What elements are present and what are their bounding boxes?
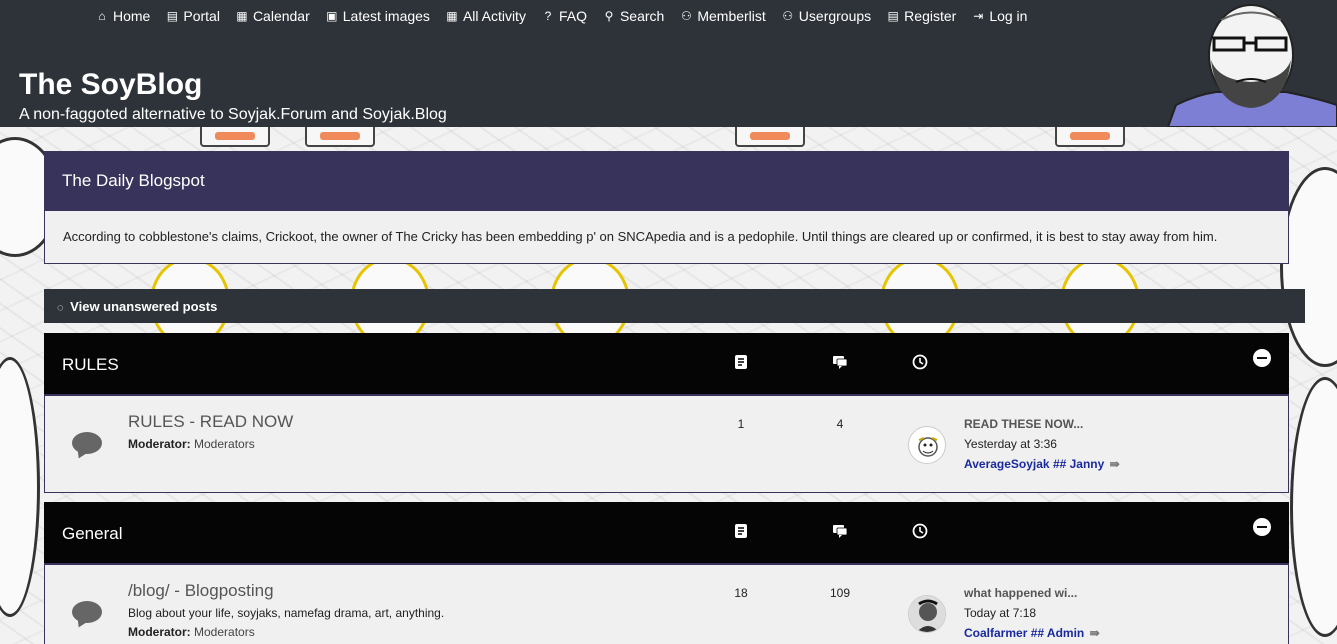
forum-row-rules: RULES - READ NOW Moderator: Moderators 1… <box>44 394 1289 493</box>
last-post-user-link[interactable]: AverageSoyjak ## Janny <box>964 457 1104 471</box>
nav-faq[interactable]: ? FAQ <box>541 6 587 26</box>
moderator-label: Moderator: <box>128 437 191 451</box>
forum-moderators: Moderator: Moderators <box>128 437 255 451</box>
category-header-general: General <box>44 502 1289 564</box>
nav-all-activity[interactable]: ▦ All Activity <box>445 6 526 26</box>
moderators-link[interactable]: Moderators <box>194 625 255 639</box>
activity-icon: ▦ <box>446 9 458 23</box>
nav-home[interactable]: ⌂ Home <box>95 6 150 26</box>
category-header-rules: RULES <box>44 333 1289 395</box>
collapse-button[interactable] <box>1253 518 1271 536</box>
nav-register-label: Register <box>904 8 957 24</box>
forum-row-blog: /blog/ - Blogposting Blog about your lif… <box>44 563 1289 644</box>
topics-count: 1 <box>737 417 745 431</box>
goto-last-post-icon[interactable]: ⇛ <box>1090 626 1100 640</box>
calendar-icon: ▦ <box>236 9 248 23</box>
nav-search[interactable]: ⚲ Search <box>602 6 665 26</box>
login-icon: ⇥ <box>973 9 984 23</box>
category-title[interactable]: RULES <box>62 355 119 375</box>
nav-faq-label: FAQ <box>558 8 587 24</box>
nav-portal[interactable]: ▤ Portal <box>165 6 220 26</box>
daily-blogspot-text: According to cobblestone's claims, Crick… <box>63 229 1218 244</box>
topics-count: 18 <box>734 586 748 600</box>
question-icon: ? <box>544 9 552 23</box>
topics-icon <box>735 524 747 538</box>
last-post-time: Today at 7:18 <box>964 606 1037 620</box>
nav-calendar-label: Calendar <box>252 8 310 24</box>
daily-blogspot-title: The Daily Blogspot <box>45 152 1288 211</box>
view-unanswered-posts-link[interactable]: View unanswered posts <box>70 299 217 314</box>
avatar[interactable] <box>908 426 946 464</box>
image-icon: ▣ <box>326 9 338 23</box>
avatar[interactable] <box>908 595 946 633</box>
topics-icon <box>735 355 747 369</box>
forum-moderators: Moderator: Moderators <box>128 625 255 639</box>
last-post-time: Yesterday at 3:36 <box>964 437 1057 451</box>
unanswered-posts-bar: ◌ View unanswered posts <box>44 289 1305 323</box>
nav-calendar[interactable]: ▦ Calendar <box>235 6 310 26</box>
moderator-label: Moderator: <box>128 625 191 639</box>
nav-memberlist-label: Memberlist <box>697 8 766 24</box>
category-title[interactable]: General <box>62 524 122 544</box>
forum-description: Blog about your life, soyjaks, namefag d… <box>128 606 445 620</box>
nav-portal-label: Portal <box>183 8 220 24</box>
nav-all-activity-label: All Activity <box>462 8 526 24</box>
site-header: ⌂ Home ▤ Portal ▦ Calendar ▣ Latest imag… <box>0 0 1337 127</box>
nav-home-label: Home <box>113 8 151 24</box>
posts-count: 4 <box>836 417 844 431</box>
last-post-user: Coalfarmer ## Admin ⇛ <box>964 626 1100 640</box>
clock-icon <box>912 354 928 370</box>
nav-login[interactable]: ⇥ Log in <box>971 6 1027 26</box>
last-post-title-link[interactable]: what happened wi... <box>964 586 1077 600</box>
nav-usergroups[interactable]: ⚇ Usergroups <box>781 6 871 26</box>
goto-last-post-icon[interactable]: ⇛ <box>1110 457 1120 471</box>
top-nav: ⌂ Home ▤ Portal ▦ Calendar ▣ Latest imag… <box>95 6 1042 26</box>
search-icon: ⚲ <box>604 9 614 23</box>
members-icon: ⚇ <box>680 9 692 23</box>
nav-register[interactable]: ▤ Register <box>886 6 957 26</box>
nav-usergroups-label: Usergroups <box>798 8 872 24</box>
posts-icon <box>833 525 848 538</box>
site-description: A non-faggoted alternative to Soyjak.For… <box>19 106 447 123</box>
site-title[interactable]: The SoyBlog <box>19 68 202 102</box>
forum-name-link[interactable]: /blog/ - Blogposting <box>128 581 274 601</box>
nav-memberlist[interactable]: ⚇ Memberlist <box>679 6 766 26</box>
posts-count: 109 <box>829 586 851 600</box>
last-post-user: AverageSoyjak ## Janny ⇛ <box>964 457 1120 471</box>
register-icon: ▤ <box>887 9 899 23</box>
usergroups-icon: ⚇ <box>782 9 794 23</box>
home-icon: ⌂ <box>98 9 106 23</box>
forum-bubble-icon <box>72 432 102 454</box>
last-post-title-link[interactable]: READ THESE NOW... <box>964 417 1083 431</box>
chat-bubble-icon: ◌ <box>57 302 64 314</box>
nav-latest-images[interactable]: ▣ Latest images <box>325 6 430 26</box>
portal-icon: ▤ <box>166 9 179 23</box>
forum-bubble-icon <box>72 601 102 623</box>
nav-search-label: Search <box>619 8 665 24</box>
nav-login-label: Log in <box>989 8 1028 24</box>
last-post-user-link[interactable]: Coalfarmer ## Admin <box>964 626 1084 640</box>
soyjak-mascot-image <box>1166 0 1337 127</box>
nav-latest-images-label: Latest images <box>342 8 430 24</box>
collapse-button[interactable] <box>1253 349 1271 367</box>
clock-icon <box>912 523 928 539</box>
daily-blogspot-panel: The Daily Blogspot According to cobblest… <box>44 151 1289 264</box>
forum-name-link[interactable]: RULES - READ NOW <box>128 412 293 432</box>
posts-icon <box>833 356 848 369</box>
moderators-link[interactable]: Moderators <box>194 437 255 451</box>
